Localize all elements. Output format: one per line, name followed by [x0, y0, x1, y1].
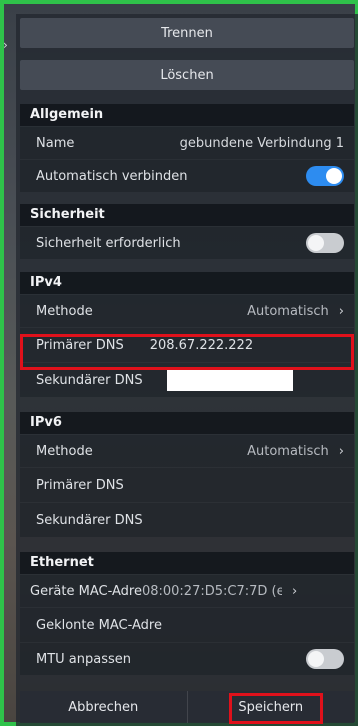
delete-label: Löschen — [160, 67, 214, 83]
section-general-header: Allgemein — [20, 104, 354, 126]
ipv4-secondary-dns-row: Sekundärer DNS — [20, 362, 354, 397]
cloned-mac-label: Geklonte MAC-Adre — [36, 617, 162, 633]
ipv6-secondary-dns-label: Sekundärer DNS — [36, 512, 143, 528]
mac-row[interactable]: Geräte MAC-Adre 08:00:27:D5:C7:7D (enp › — [20, 574, 354, 607]
name-value[interactable]: gebundene Verbindung 1 — [180, 136, 344, 151]
section-security: Sicherheit Sicherheit erforderlich — [20, 204, 354, 259]
ipv4-secondary-dns-field[interactable] — [166, 369, 293, 391]
chevron-right-icon: › — [338, 303, 344, 319]
disconnect-button[interactable]: Trennen — [20, 18, 354, 48]
ipv6-secondary-dns-row[interactable]: Sekundärer DNS — [20, 502, 354, 537]
autoconnect-toggle[interactable] — [306, 166, 344, 186]
section-ipv6: IPv6 Methode Automatisch › Primärer DNS … — [20, 412, 354, 537]
ipv4-method-label: Methode — [36, 303, 93, 319]
autoconnect-row: Automatisch verbinden — [20, 159, 354, 192]
name-label: Name — [36, 135, 75, 151]
security-required-label: Sicherheit erforderlich — [36, 235, 181, 251]
footer-bar: Abbrechen Speichern — [20, 691, 354, 723]
ipv6-primary-dns-label: Primärer DNS — [36, 477, 124, 493]
toggle-knob — [326, 168, 342, 184]
chevron-right-icon: › — [338, 443, 344, 459]
save-button[interactable]: Speichern — [188, 691, 355, 723]
ipv4-primary-dns-row: Primärer DNS 208.67.222.222 — [20, 327, 354, 362]
autoconnect-label: Automatisch verbinden — [36, 168, 188, 184]
cancel-label: Abbrechen — [68, 699, 139, 715]
collapse-chevron-icon[interactable]: › — [3, 38, 8, 52]
delete-button[interactable]: Löschen — [20, 60, 354, 90]
ipv4-primary-dns-field[interactable]: 208.67.222.222 — [150, 338, 253, 353]
section-security-header: Sicherheit — [20, 204, 354, 226]
mac-label: Geräte MAC-Adre — [30, 583, 142, 599]
toggle-knob — [308, 235, 324, 251]
mtu-toggle[interactable] — [306, 649, 344, 669]
ipv6-method-value: Automatisch — [247, 443, 329, 459]
mac-value: 08:00:27:D5:C7:7D (enp — [141, 583, 282, 599]
cloned-mac-row[interactable]: Geklonte MAC-Adre — [20, 607, 354, 642]
security-required-row: Sicherheit erforderlich — [20, 226, 354, 259]
chevron-right-icon: › — [291, 583, 298, 599]
ipv6-method-row[interactable]: Methode Automatisch › — [20, 434, 354, 467]
security-required-toggle[interactable] — [306, 233, 344, 253]
name-row[interactable]: Name gebundene Verbindung 1 — [20, 126, 354, 159]
section-ipv4-header: IPv4 — [20, 272, 354, 294]
save-label: Speichern — [238, 699, 304, 715]
section-ethernet: Ethernet Geräte MAC-Adre 08:00:27:D5:C7:… — [20, 552, 354, 675]
section-general: Allgemein Name gebundene Verbindung 1 Au… — [20, 104, 354, 192]
section-ipv4: IPv4 Methode Automatisch › Primärer DNS … — [20, 272, 354, 397]
section-ethernet-header: Ethernet — [20, 552, 354, 574]
toggle-knob — [308, 651, 324, 667]
ipv4-method-value: Automatisch — [247, 303, 329, 319]
ipv4-method-row[interactable]: Methode Automatisch › — [20, 294, 354, 327]
ipv4-primary-dns-label: Primärer DNS — [36, 337, 124, 353]
ipv4-secondary-dns-label: Sekundärer DNS — [36, 372, 143, 388]
cancel-button[interactable]: Abbrechen — [20, 691, 187, 723]
disconnect-label: Trennen — [161, 25, 213, 41]
ipv6-method-label: Methode — [36, 443, 93, 459]
mtu-row: MTU anpassen — [20, 642, 354, 675]
mtu-label: MTU anpassen — [36, 651, 132, 667]
section-ipv6-header: IPv6 — [20, 412, 354, 434]
ipv6-primary-dns-row[interactable]: Primärer DNS — [20, 467, 354, 502]
